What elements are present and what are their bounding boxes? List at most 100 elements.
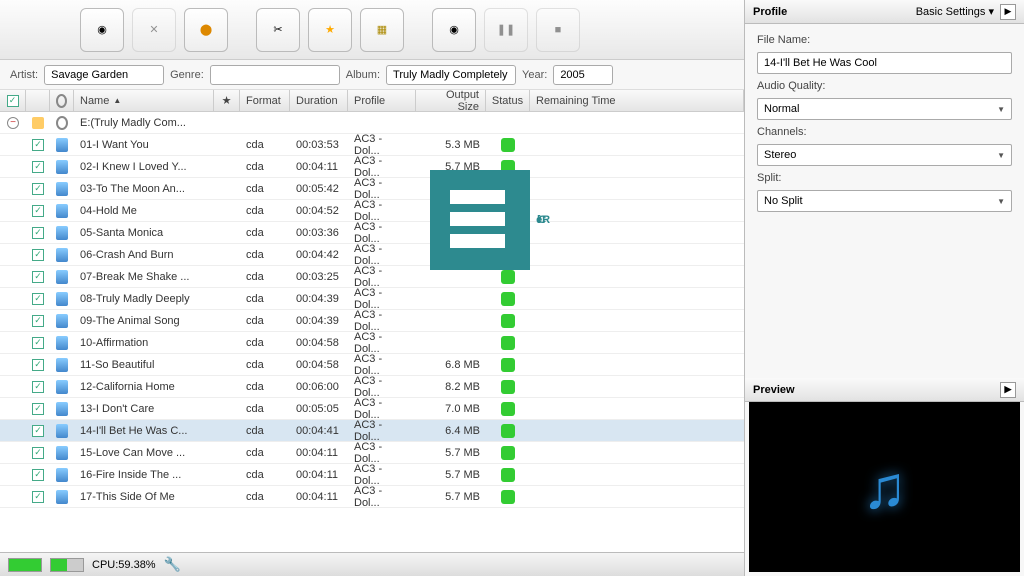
check-icon[interactable]: ✓ [32,403,44,415]
toolbar: ◉ ✕ ⬤ ✂ ★ ▦ ◉ ❚❚ ■ [0,0,744,60]
check-icon[interactable]: ✓ [32,271,44,283]
track-output: 6.8 MB [416,354,486,375]
check-icon[interactable]: ✓ [32,469,44,481]
genre-input[interactable] [210,65,340,85]
track-format: cda [240,310,290,331]
check-icon[interactable]: ✓ [32,447,44,459]
track-duration: 00:03:25 [290,266,348,287]
stop-button[interactable]: ■ [536,8,580,52]
table-row[interactable]: ✓07-Break Me Shake ...cda00:03:25AC3 - D… [0,266,744,288]
track-output: 7.0 MB [416,398,486,419]
track-output: 5.3 MB [416,134,486,155]
pause-button[interactable]: ❚❚ [484,8,528,52]
table-row[interactable]: ✓02-I Knew I Loved Y...cda00:04:11AC3 - … [0,156,744,178]
col-name[interactable]: Name▲ [74,90,214,111]
table-row[interactable]: ✓17-This Side Of Mecda00:04:11AC3 - Dol.… [0,486,744,508]
col-checkbox[interactable]: ✓ [0,90,26,111]
split-label: Split: [757,172,1012,184]
split-select[interactable]: No Split [757,190,1012,212]
table-row[interactable]: ✓16-Fire Inside The ...cda00:04:11AC3 - … [0,464,744,486]
table-row[interactable]: ✓11-So Beautifulcda00:04:58AC3 - Dol...6… [0,354,744,376]
check-icon[interactable]: ✓ [32,381,44,393]
album-input[interactable] [386,65,516,85]
table-row[interactable]: ✓14-I'll Bet He Was C...cda00:04:41AC3 -… [0,420,744,442]
check-icon[interactable]: ✓ [32,359,44,371]
table-row[interactable]: ✓06-Crash And Burncda00:04:42AC3 - Dol..… [0,244,744,266]
audio-file-icon [56,182,68,196]
play-disc-button[interactable]: ◉ [432,8,476,52]
cpu-label: CPU:59.38% [92,559,156,571]
year-label: Year: [522,69,547,81]
col-remaining[interactable]: Remaining Time [530,90,744,111]
burn-button[interactable]: ⬤ [184,8,228,52]
video-button[interactable]: ▦ [360,8,404,52]
settings-icon[interactable]: 🔧 [164,556,181,573]
check-icon[interactable]: ✓ [32,491,44,503]
status-ok-icon [501,490,515,504]
table-row[interactable]: ✓01-I Want Youcda00:03:53AC3 - Dol...5.3… [0,134,744,156]
table-row[interactable]: ✓10-Affirmationcda00:04:58AC3 - Dol... [0,332,744,354]
year-input[interactable] [553,65,613,85]
check-icon[interactable]: ✓ [32,227,44,239]
track-name: 17-This Side Of Me [74,486,214,507]
track-list[interactable]: − E:(Truly Madly Com... ✓01-I Want Youcd… [0,112,744,552]
table-row[interactable]: ✓12-California Homecda00:06:00AC3 - Dol.… [0,376,744,398]
col-disc[interactable] [50,90,74,111]
col-expand[interactable] [26,90,50,111]
track-output [416,310,486,331]
status-ok-icon [501,138,515,152]
folder-row[interactable]: − E:(Truly Madly Com... [0,112,744,134]
check-icon[interactable]: ✓ [32,293,44,305]
table-row[interactable]: ✓04-Hold Mecda00:04:52AC3 - Dol...6.7 MB [0,200,744,222]
check-icon[interactable]: ✓ [32,205,44,217]
basic-settings-dropdown[interactable]: Basic Settings ▾ [916,5,994,18]
track-format: cda [240,134,290,155]
filename-input[interactable] [757,52,1012,74]
check-icon[interactable]: ✓ [32,161,44,173]
cut-button[interactable]: ✂ [256,8,300,52]
audio-file-icon [56,248,68,262]
artist-input[interactable] [44,65,164,85]
table-row[interactable]: ✓09-The Animal Songcda00:04:39AC3 - Dol.… [0,310,744,332]
quality-label: Audio Quality: [757,80,1012,92]
track-profile: AC3 - Dol... [348,442,416,463]
col-output[interactable]: Output Size [416,90,486,111]
status-ok-icon [501,336,515,350]
check-icon[interactable]: ✓ [32,425,44,437]
table-row[interactable]: ✓13-I Don't Carecda00:05:05AC3 - Dol...7… [0,398,744,420]
table-row[interactable]: ✓05-Santa Monicacda00:03:36AC3 - Dol... [0,222,744,244]
channels-select[interactable]: Stereo [757,144,1012,166]
track-format: cda [240,156,290,177]
rip-button[interactable]: ◉ [80,8,124,52]
col-profile[interactable]: Profile [348,90,416,111]
expand-icon[interactable]: ▶ [1000,4,1016,20]
check-icon[interactable]: ✓ [32,315,44,327]
table-row[interactable]: ✓03-To The Moon An...cda00:05:42AC3 - Do… [0,178,744,200]
check-icon[interactable]: ✓ [32,139,44,151]
collapse-icon[interactable]: − [7,117,19,129]
col-duration[interactable]: Duration [290,90,348,111]
track-duration: 00:04:42 [290,244,348,265]
check-icon[interactable]: ✓ [32,249,44,261]
track-profile: AC3 - Dol... [348,376,416,397]
track-name: 05-Santa Monica [74,222,214,243]
track-format: cda [240,354,290,375]
quality-select[interactable]: Normal [757,98,1012,120]
preview-expand-icon[interactable]: ▶ [1000,382,1016,398]
col-status[interactable]: Status [486,90,530,111]
track-name: 07-Break Me Shake ... [74,266,214,287]
artist-label: Artist: [10,69,38,81]
stop-icon: ■ [555,24,562,36]
favorite-button[interactable]: ★ [308,8,352,52]
col-format[interactable]: Format [240,90,290,111]
check-icon[interactable]: ✓ [32,183,44,195]
table-row[interactable]: ✓08-Truly Madly Deeplycda00:04:39AC3 - D… [0,288,744,310]
track-output: 5.7 MB [416,486,486,507]
col-star[interactable]: ★ [214,90,240,111]
track-format: cda [240,288,290,309]
status-ok-icon [501,248,515,262]
audio-file-icon [56,468,68,482]
remove-button[interactable]: ✕ [132,8,176,52]
table-row[interactable]: ✓15-Love Can Move ...cda00:04:11AC3 - Do… [0,442,744,464]
check-icon[interactable]: ✓ [32,337,44,349]
